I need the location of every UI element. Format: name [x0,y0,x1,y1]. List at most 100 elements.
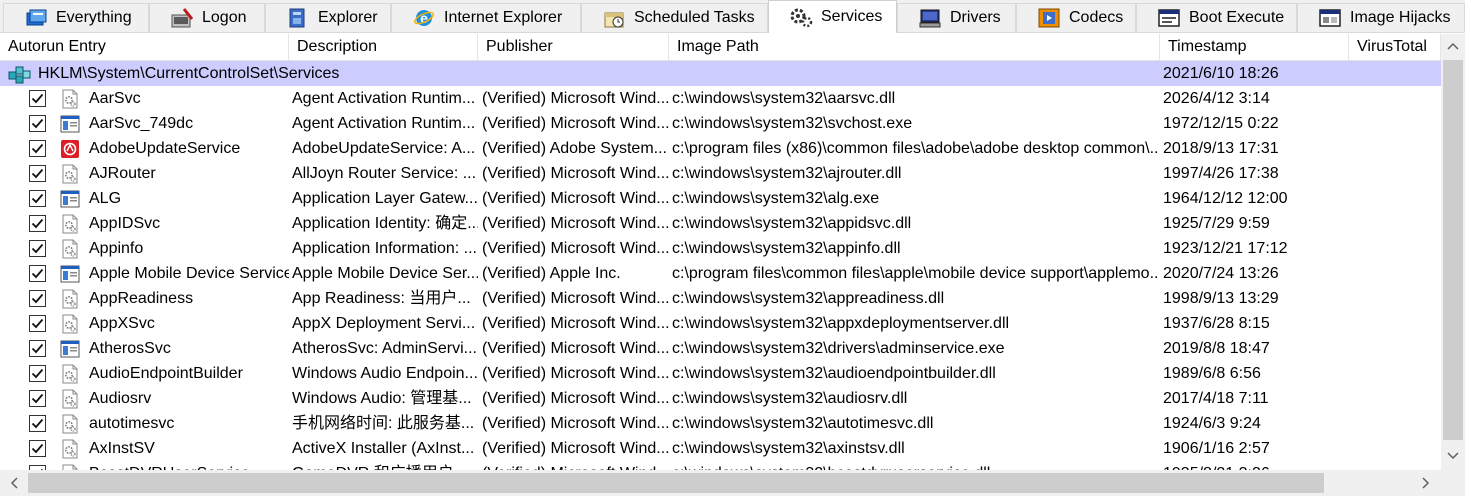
enabled-checkbox[interactable] [29,90,46,107]
autorun-entry: AudioEndpointBuilder [89,365,243,382]
column-header-virustotal[interactable]: VirusTotal [1349,34,1441,60]
tab-label: Everything [56,9,132,26]
scrollbar-corner [1441,470,1465,496]
check-icon [30,441,45,461]
check-icon [30,266,45,286]
column-header-autorun-entry[interactable]: Autorun Entry [0,34,289,60]
image-path-cell: c:\windows\system32\audioendpointbuilder… [672,365,996,382]
scroll-left-arrow-icon[interactable] [2,471,26,495]
image-path-cell: c:\windows\system32\appinfo.dll [672,240,901,257]
check-icon [30,191,45,211]
scroll-down-arrow-icon[interactable] [1441,444,1465,468]
enabled-checkbox[interactable] [29,440,46,457]
description-cell: Apple Mobile Device Ser... [292,265,478,282]
timestamp-cell: 1937/6/28 8:15 [1163,315,1270,332]
autorun-entry: Audiosrv [89,390,152,407]
tab-codecs[interactable]: Codecs [1016,3,1136,32]
autorun-entry: ALG [89,190,122,207]
tab-image-hijacks[interactable]: Image Hijacks [1297,3,1465,32]
dll-file-icon [60,389,80,409]
scroll-right-arrow-icon[interactable] [1414,471,1438,495]
column-header-publisher[interactable]: Publisher [478,34,669,60]
services-icon [789,6,813,28]
timestamp-cell: 1964/12/12 12:00 [1163,190,1288,207]
table-row[interactable]: AarSvc Agent Activation Runtim... (Verifie… [0,86,1441,111]
check-icon [30,241,45,261]
enabled-checkbox[interactable] [29,415,46,432]
codecs-icon [1037,7,1061,29]
enabled-checkbox[interactable] [29,315,46,332]
table-row[interactable]: AppIDSvc Application Identity: 确定... (Veri… [0,211,1441,236]
enabled-checkbox[interactable] [29,165,46,182]
publisher-cell: (Verified) Microsoft Wind... [482,461,669,470]
drivers-icon [918,7,942,29]
tab-explorer[interactable]: Explorer [265,3,391,32]
column-header-description[interactable]: Description [289,34,478,60]
enabled-checkbox[interactable] [29,140,46,157]
timestamp-cell: 2017/4/18 7:11 [1163,390,1269,407]
image-path-cell: c:\windows\system32\alg.exe [672,190,880,207]
timestamp-cell: 2026/4/12 3:14 [1163,90,1270,107]
autorun-entry: AppReadiness [89,290,194,307]
tab-scheduled-tasks[interactable]: Scheduled Tasks [581,3,768,32]
table-row[interactable]: AJRouter AllJoyn Router Service: ... (Veri… [0,161,1441,186]
table-row[interactable]: AarSvc_749dc Agent Activation Runtim... (V… [0,111,1441,136]
image-path-cell: c:\windows\system32\appxdeploymentserver… [672,315,1010,332]
enabled-checkbox[interactable] [29,240,46,257]
enabled-checkbox[interactable] [29,190,46,207]
table-row[interactable]: Apple Mobile Device Service Apple Mobile … [0,261,1441,286]
publisher-cell: (Verified) Microsoft Wind... [482,90,669,107]
tab-everything[interactable]: Everything [3,3,149,32]
vertical-scrollbar[interactable] [1441,34,1465,470]
enabled-checkbox[interactable] [29,290,46,307]
dll-file-icon [60,314,80,334]
table-row[interactable]: AxInstSV ActiveX Installer (AxInst... (Ver… [0,436,1441,461]
scroll-up-arrow-icon[interactable] [1441,34,1465,58]
dll-file-icon [60,89,80,109]
check-icon [30,216,45,236]
description-cell: Windows Audio Endpoin... [292,365,478,382]
horizontal-scrollbar[interactable] [0,470,1441,496]
publisher-cell: (Verified) Microsoft Wind... [482,315,669,332]
horizontal-scroll-thumb[interactable] [28,473,1324,493]
timestamp-cell: 1972/12/15 0:22 [1163,115,1279,132]
table-row[interactable]: BcastDVRUserServiceGameDVR 和广播用户... (Veri… [0,461,1441,470]
table-row[interactable]: autotimesvc 手机网络时间: 此服务基... (Verified) Mic… [0,411,1441,436]
column-header-image-path[interactable]: Image Path [669,34,1160,60]
table-row[interactable]: ALG Application Layer Gatew... (Verified) … [0,186,1441,211]
table-row[interactable]: AppXSvc AppX Deployment Servi... (Verified… [0,311,1441,336]
tab-logon[interactable]: Logon [149,3,265,32]
autorun-entry: AarSvc [89,90,141,107]
autorun-list: HKLM\System\CurrentControlSet\Services 20… [0,61,1441,470]
enabled-checkbox[interactable] [29,390,46,407]
table-row[interactable]: Audiosrv Windows Audio: 管理基... (Verified) … [0,386,1441,411]
column-header-timestamp[interactable]: Timestamp [1160,34,1349,60]
check-icon [30,91,45,111]
tab-services[interactable]: Services [768,0,897,33]
explorer-icon [286,7,310,29]
table-row[interactable]: AtherosSvc AtherosSvc: AdminServi... (Veri… [0,336,1441,361]
tab-label: Logon [202,9,247,26]
enabled-checkbox[interactable] [29,365,46,382]
image-path-cell: c:\windows\system32\appidsvc.dll [672,215,912,232]
enabled-checkbox[interactable] [29,115,46,132]
enabled-checkbox[interactable] [29,340,46,357]
tab-drivers[interactable]: Drivers [897,3,1016,32]
group-timestamp: 2021/6/10 18:26 [1163,65,1279,82]
publisher-cell: (Verified) Microsoft Wind... [482,190,669,207]
group-row[interactable]: HKLM\System\CurrentControlSet\Services 20… [0,61,1441,86]
table-row[interactable]: Appinfo Application Information: ... (Veri… [0,236,1441,261]
tab-label: Boot Execute [1189,9,1285,26]
table-row[interactable]: AppReadiness App Readiness: 当用户... (Verifi… [0,286,1441,311]
table-row[interactable]: AdobeUpdateService AdobeUpdateService: A.… [0,136,1441,161]
tab-label: Codecs [1069,9,1124,26]
logon-icon [170,7,194,29]
tab-internet-explorer[interactable]: e Internet Explorer [391,3,581,32]
boot-execute-icon [1157,7,1181,29]
tab-boot-execute[interactable]: Boot Execute [1136,3,1297,32]
enabled-checkbox[interactable] [29,215,46,232]
enabled-checkbox[interactable] [29,265,46,282]
table-row[interactable]: AudioEndpointBuilder Windows Audio Endpoi… [0,361,1441,386]
dll-file-icon [60,439,80,459]
vertical-scroll-thumb[interactable] [1443,60,1463,440]
